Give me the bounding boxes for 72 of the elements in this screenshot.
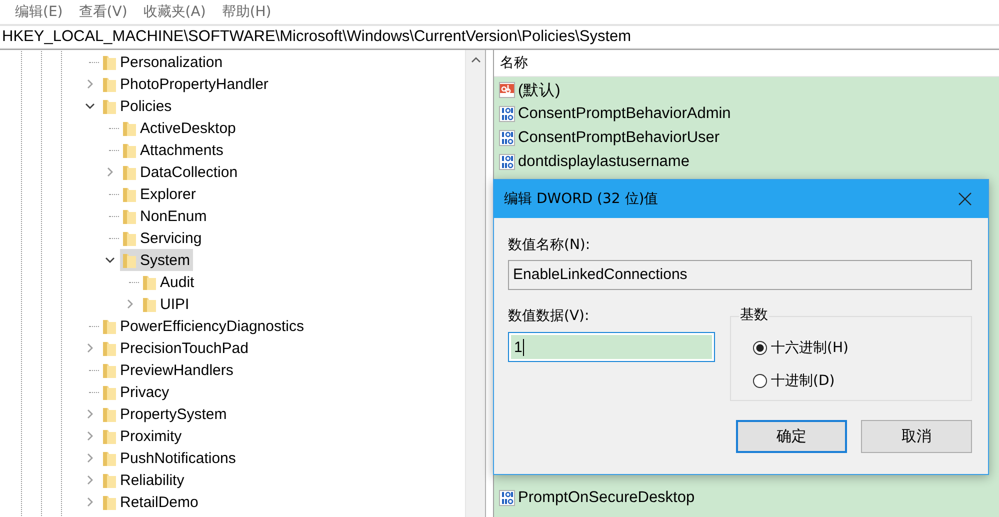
tree-item[interactable]: Privacy: [100, 381, 172, 403]
folder-icon: [122, 120, 137, 136]
folder-icon: [102, 98, 117, 114]
binary-value-icon: [499, 154, 515, 170]
folder-icon: [102, 428, 117, 444]
group-label: 基数: [739, 306, 769, 324]
value-row[interactable]: ConsentPromptBehaviorUser: [494, 126, 999, 150]
menu-item[interactable]: 帮助(H): [222, 3, 272, 21]
tree-item[interactable]: ActiveDesktop: [120, 117, 239, 139]
tree-item[interactable]: Policies: [100, 95, 175, 117]
tree-item[interactable]: PushNotifications: [100, 447, 239, 469]
folder-icon: [142, 274, 157, 290]
folder-icon: [102, 450, 117, 466]
radio-button[interactable]: [753, 374, 767, 388]
tree-item[interactable]: UIPI: [140, 293, 192, 315]
field-label: 数值数据(V):: [508, 307, 590, 326]
folder-icon: [102, 340, 117, 356]
cancel-button[interactable]: 取消: [861, 420, 972, 453]
tree-item[interactable]: Reliability: [100, 469, 188, 491]
tree-item[interactable]: Servicing: [120, 227, 205, 249]
folder-icon: [102, 76, 117, 92]
value-row[interactable]: (默认): [494, 78, 999, 102]
name-field[interactable]: EnableLinkedConnections: [508, 260, 972, 290]
radio-option[interactable]: 十进制(D): [753, 364, 971, 397]
folder-icon: [102, 494, 117, 510]
tree-item[interactable]: Explorer: [120, 183, 199, 205]
dialog-title: 编辑 DWORD (32 位)值: [504, 190, 658, 208]
value-row[interactable]: ConsentPromptBehaviorAdmin: [494, 102, 999, 126]
tree-item[interactable]: System: [120, 249, 194, 271]
tree-item[interactable]: PropertySystem: [100, 403, 230, 425]
folder-icon: [122, 252, 137, 268]
tree-item[interactable]: PreviewHandlers: [100, 359, 236, 381]
tree-item[interactable]: Attachments: [120, 139, 226, 161]
tree-item[interactable]: PowerEfficiencyDiagnostics: [100, 315, 307, 337]
ok-button[interactable]: 确定: [736, 420, 847, 453]
folder-icon: [102, 318, 117, 334]
data-field[interactable]: 1: [508, 332, 715, 362]
folder-icon: [102, 472, 117, 488]
tree-item[interactable]: NonEnum: [120, 205, 210, 227]
scroll-up-icon[interactable]: [470, 57, 480, 63]
menu-item[interactable]: 查看(V): [78, 3, 128, 21]
scrollbar[interactable]: [465, 50, 485, 517]
folder-icon: [122, 164, 137, 180]
tree-item[interactable]: Personalization: [100, 51, 226, 73]
folder-icon: [102, 406, 117, 422]
folder-icon: [122, 142, 137, 158]
folder-icon: [102, 54, 117, 70]
tree-item[interactable]: DataCollection: [120, 161, 241, 183]
close-icon: [958, 192, 972, 206]
tree-item[interactable]: Audit: [140, 271, 198, 293]
menu-item[interactable]: 编辑(E): [15, 3, 63, 21]
binary-value-icon: [499, 490, 515, 506]
folder-icon: [142, 296, 157, 312]
column-header[interactable]: 名称: [494, 50, 999, 77]
radio-option[interactable]: 十六进制(H): [753, 331, 971, 364]
folder-icon: [102, 362, 117, 378]
field-label: 数值名称(N):: [508, 236, 592, 255]
string-value-icon: [499, 82, 515, 98]
menu-item[interactable]: 收藏夹(A): [143, 3, 206, 21]
radio-button[interactable]: [753, 340, 767, 354]
tree-item[interactable]: PhotoPropertyHandler: [100, 73, 272, 95]
folder-icon: [122, 230, 137, 246]
binary-value-icon: [499, 130, 515, 146]
folder-icon: [102, 384, 117, 400]
tree-item[interactable]: RetailDemo: [100, 491, 202, 513]
tree-item[interactable]: PrecisionTouchPad: [100, 337, 252, 359]
binary-value-icon: [499, 106, 515, 122]
folder-icon: [122, 208, 137, 224]
value-row[interactable]: PromptOnSecureDesktop: [494, 486, 999, 510]
tree-item[interactable]: Proximity: [100, 425, 185, 447]
folder-icon: [122, 186, 137, 202]
value-row[interactable]: dontdisplaylastusername: [494, 150, 999, 174]
